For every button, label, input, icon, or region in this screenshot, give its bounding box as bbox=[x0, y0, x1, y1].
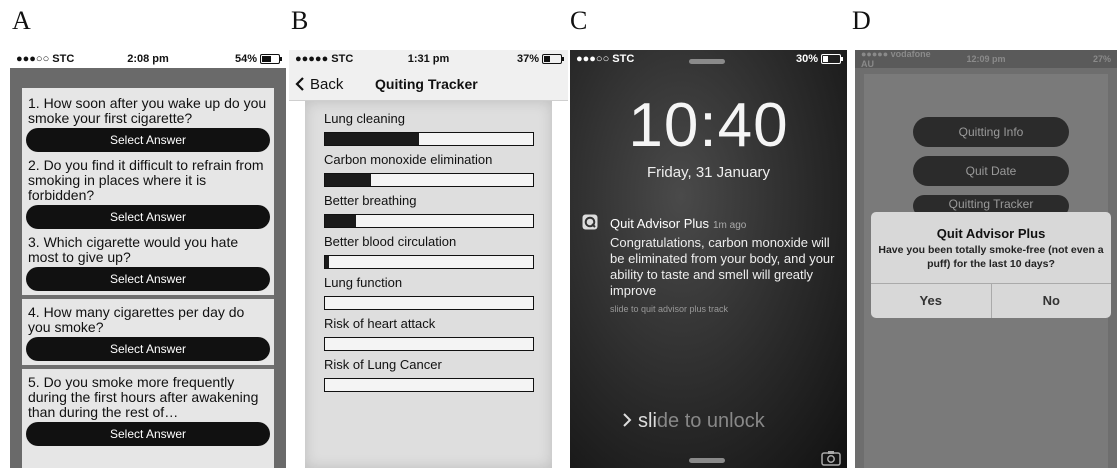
question-text: 1. How soon after you wake up do you smo… bbox=[28, 95, 267, 126]
back-button[interactable]: Back bbox=[289, 76, 375, 93]
panel-label-d: D bbox=[852, 6, 871, 35]
yes-button[interactable]: Yes bbox=[871, 284, 991, 318]
tracker-item-label: Lung function bbox=[324, 275, 403, 290]
status-time: 12:09 pm bbox=[966, 54, 1006, 64]
quit-date-button[interactable]: Quit Date bbox=[913, 156, 1069, 186]
unlock-text-dim: de to unlock bbox=[656, 410, 765, 432]
tracker-item-label: Risk of heart attack bbox=[324, 316, 436, 331]
quit-advisor-app-icon bbox=[582, 214, 598, 230]
camera-icon[interactable] bbox=[821, 450, 841, 466]
phone-screen-quitting-tracker: ●●●●● STC 1:31 pm 37% Back Quiting Track… bbox=[289, 50, 568, 468]
status-bar: ●●●●● STC 1:31 pm 37% bbox=[289, 50, 568, 68]
alert-message: Have you been totally smoke-free (not ev… bbox=[878, 244, 1104, 270]
alert-dialog: Quit Advisor Plus Have you been totally … bbox=[871, 212, 1111, 318]
notification-title: Quit Advisor Plus bbox=[610, 216, 709, 231]
battery-percent: 37% bbox=[516, 53, 539, 65]
carrier-signal: ●●●●● STC bbox=[295, 53, 354, 65]
notification-center-grabber[interactable] bbox=[689, 59, 725, 64]
question-item: 4. How many cigarettes per day do you sm… bbox=[22, 299, 274, 369]
question-text: 4. How many cigarettes per day do you sm… bbox=[28, 304, 245, 335]
question-list[interactable]: 1. How soon after you wake up do you smo… bbox=[22, 88, 274, 468]
phone-screen-alert: ●●●●● vodafone AU 12:09 pm 27% Quitting … bbox=[855, 50, 1117, 468]
slide-to-unlock[interactable]: slide to unlock bbox=[622, 410, 765, 433]
carrier-signal: ●●●●● vodafone AU bbox=[861, 50, 931, 69]
select-answer-button[interactable]: Select Answer bbox=[26, 422, 270, 446]
tracker-progress-fill bbox=[325, 174, 371, 186]
tracker-progress-bar bbox=[324, 173, 534, 187]
status-bar: ●●●○○ STC 2:08 pm 54% bbox=[10, 50, 286, 68]
tracker-progress-fill bbox=[325, 256, 330, 268]
no-button[interactable]: No bbox=[990, 284, 1112, 318]
tracker-item-label: Lung cleaning bbox=[324, 111, 405, 126]
tracker-item-label: Risk of Lung Cancer bbox=[324, 357, 442, 372]
notification-slide-hint: slide to quit advisor plus track bbox=[610, 304, 729, 314]
control-center-grabber[interactable] bbox=[689, 458, 725, 463]
tracker-progress-bar bbox=[324, 132, 534, 146]
tracker-progress-fill bbox=[325, 215, 357, 227]
tracker-progress-bar bbox=[324, 337, 534, 351]
carrier-signal: ●●●○○ STC bbox=[576, 53, 635, 65]
tracker-progress-bar bbox=[324, 255, 534, 269]
back-label: Back bbox=[310, 75, 344, 93]
panel-label-a: A bbox=[12, 6, 31, 35]
tracker-list: Lung cleaning Carbon monoxide elimination… bbox=[305, 101, 552, 468]
battery-status: 54% bbox=[192, 53, 282, 65]
quitting-info-button[interactable]: Quitting Info bbox=[913, 117, 1069, 147]
status-time: 1:31 pm bbox=[407, 53, 450, 65]
battery-percent: 30% bbox=[795, 53, 818, 65]
battery-icon bbox=[542, 54, 564, 64]
alert-title: Quit Advisor Plus bbox=[936, 226, 1046, 241]
question-item: 3. Which cigarette would you hate most t… bbox=[22, 233, 274, 299]
select-answer-button[interactable]: Select Answer bbox=[26, 337, 270, 361]
battery-status: 37% bbox=[473, 53, 564, 65]
status-time: 2:08 pm bbox=[127, 53, 169, 65]
battery-status: 30% bbox=[753, 53, 843, 65]
status-bar: ●●●●● vodafone AU 12:09 pm 27% bbox=[855, 50, 1117, 69]
lock-screen-time: 10:40 bbox=[628, 91, 789, 160]
tracker-progress-bar bbox=[324, 378, 534, 392]
unlock-text-bright: sli bbox=[638, 410, 657, 432]
chevron-right-icon bbox=[623, 413, 632, 427]
question-item: 5. Do you smoke more frequently during t… bbox=[22, 369, 274, 446]
navigation-bar: Back Quiting Tracker bbox=[289, 68, 568, 101]
battery-percent: 27% bbox=[1092, 54, 1111, 64]
notification-time: 1m ago bbox=[713, 220, 747, 231]
phone-screen-questionnaire: ●●●○○ STC 2:08 pm 54% 1. How soon after … bbox=[10, 50, 286, 468]
question-text: 3. Which cigarette would you hate most t… bbox=[28, 234, 239, 265]
notification-app-name[interactable]: Quit Advisor Plus 1m ago bbox=[610, 216, 746, 231]
panel-label-c: C bbox=[570, 6, 588, 35]
tracker-progress-bar bbox=[324, 296, 534, 310]
question-text: 2. Do you find it difficult to refrain f… bbox=[28, 157, 264, 203]
phone-lock-screen: ●●●○○ STC 30% 10:40 Friday, 31 January Q… bbox=[570, 50, 847, 468]
page-title: Quiting Tracker bbox=[375, 76, 478, 92]
tracker-progress-bar bbox=[324, 214, 534, 228]
select-answer-button[interactable]: Select Answer bbox=[26, 267, 270, 291]
battery-icon bbox=[820, 54, 843, 64]
question-item: 2. Do you find it difficult to refrain f… bbox=[22, 156, 274, 229]
battery-percent: 54% bbox=[234, 53, 257, 65]
tracker-progress-fill bbox=[325, 133, 419, 145]
battery-icon bbox=[260, 54, 282, 64]
tracker-item-label: Better breathing bbox=[324, 193, 417, 208]
question-item: 1. How soon after you wake up do you smo… bbox=[22, 88, 274, 152]
notification-body: Congratulations, carbon monoxide will be… bbox=[610, 235, 835, 298]
lock-screen-date: Friday, 31 January bbox=[646, 164, 771, 181]
chevron-left-icon bbox=[295, 77, 304, 91]
select-answer-button[interactable]: Select Answer bbox=[26, 128, 270, 152]
panel-label-b: B bbox=[291, 6, 309, 35]
tracker-item-label: Better blood circulation bbox=[324, 234, 457, 249]
tracker-item-label: Carbon monoxide elimination bbox=[324, 152, 493, 167]
carrier-signal: ●●●○○ STC bbox=[16, 53, 75, 65]
select-answer-button[interactable]: Select Answer bbox=[26, 205, 270, 229]
question-text: 5. Do you smoke more frequently during t… bbox=[28, 374, 259, 420]
alert-buttons: Yes No bbox=[871, 283, 1111, 318]
